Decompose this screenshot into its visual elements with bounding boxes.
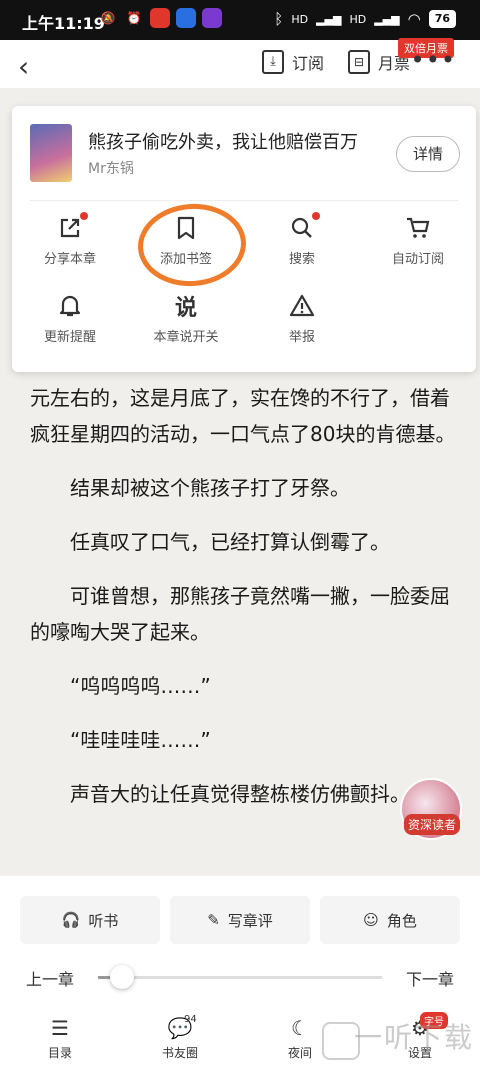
paragraph: 声音大的让任真觉得整栋楼仿佛颤抖。: [70, 782, 410, 806]
chapter-menu-panel: 熊孩子偷吃外卖，我让他赔偿百万 Mr东锅 详情 分享本章 添加书签 搜索 自动订…: [12, 106, 476, 372]
signal-hd-2: HD: [349, 12, 367, 26]
menu-item-label: 本章说开关: [153, 330, 219, 345]
tool-buttons: 🎧 听书 ✎ 写章评 ☺ 角色: [20, 896, 460, 944]
paragraph: “呜呜呜呜……”: [70, 674, 211, 698]
signal-icon-2: ▂▄▆: [374, 12, 400, 26]
menu-item-search[interactable]: 搜索: [244, 212, 360, 276]
senior-reader-tag: 资深读者: [404, 814, 461, 835]
owl-icon: ☺: [363, 911, 379, 929]
pencil-icon: ✎: [207, 911, 220, 929]
signal-icon-1: ▂▄▆: [316, 12, 342, 26]
role-button[interactable]: ☺ 角色: [320, 896, 460, 944]
nav-catalog[interactable]: ☰ 目录: [0, 1016, 120, 1067]
chapter-navigation: 上一章 下一章: [0, 965, 480, 996]
paragraph: 可谁曾想，那熊孩子竟然嘴一撇，一脸委屈的嚎啕大哭了起来。: [30, 584, 450, 644]
search-icon: [288, 212, 320, 242]
menu-item-update-reminder[interactable]: 更新提醒: [12, 292, 128, 354]
nav-friends[interactable]: 💬 94 书友圈: [120, 1014, 240, 1067]
list-icon: ☰: [51, 1016, 69, 1040]
share-red-dot: [80, 212, 88, 220]
menu-item-chapter-comments-toggle[interactable]: 说 本章说开关: [128, 292, 244, 354]
signal-hd-1: HD: [291, 12, 309, 26]
moon-icon: ☾: [291, 1016, 309, 1040]
status-notification-icons: 🔕 ⏰: [98, 8, 222, 28]
subscribe-button[interactable]: ⤓ 订阅: [262, 50, 324, 74]
nav-label: 夜间: [287, 1046, 312, 1060]
review-label: 写章评: [227, 911, 273, 930]
menu-item-label: 更新提醒: [43, 330, 96, 345]
menu-item-report[interactable]: 举报: [244, 292, 360, 354]
share-icon: [56, 212, 88, 242]
status-right: ᛒ HD ▂▄▆ HD ▂▄▆ ◠ 76: [274, 10, 456, 28]
warning-icon: [288, 292, 316, 320]
book-title: 熊孩子偷吃外卖，我让他赔偿百万: [88, 132, 358, 153]
alarm-icon: ⏰: [126, 11, 142, 25]
subscribe-icon: ⤓: [262, 50, 284, 74]
divider: [30, 200, 458, 201]
bell-icon: [56, 292, 84, 320]
chapter-progress-slider[interactable]: [98, 965, 382, 989]
app-icon-red: [150, 8, 170, 28]
paragraph: 元左右的，这是月底了，实在馋的不行了，借着疯狂星期四的活动，一口气点了80块的肯…: [30, 386, 456, 446]
battery-icon: 76: [428, 10, 456, 28]
subscribe-label: 订阅: [292, 54, 325, 73]
write-review-button[interactable]: ✎ 写章评: [170, 896, 310, 944]
menu-item-label: 搜索: [288, 252, 315, 267]
menu-item-label: 举报: [288, 330, 315, 345]
detail-button[interactable]: 详情: [396, 136, 460, 172]
prev-chapter-button[interactable]: 上一章: [26, 966, 74, 990]
menu-item-label: 分享本章: [43, 252, 96, 267]
back-icon[interactable]: ‹: [18, 50, 29, 83]
more-icon[interactable]: •••: [411, 46, 456, 74]
watermark-text: 一听下载: [353, 1021, 474, 1054]
paragraph: 任真叹了口气，已经打算认倒霉了。: [70, 530, 390, 554]
role-label: 角色: [386, 911, 417, 930]
bluetooth-icon: ᛒ: [274, 10, 284, 28]
nav-label: 书友圈: [161, 1046, 198, 1060]
app-icon-blue: [176, 8, 196, 28]
listen-label: 听书: [88, 911, 119, 930]
slider-thumb[interactable]: [110, 965, 135, 989]
book-author: Mr东锅: [88, 161, 134, 177]
app-icon-purple: [202, 8, 222, 28]
listen-button[interactable]: 🎧 听书: [20, 896, 160, 944]
menu-item-auto-subscribe[interactable]: 自动订阅: [360, 214, 476, 276]
ticket-icon: ⊟: [348, 50, 370, 74]
status-time: 上午11:19: [22, 14, 105, 33]
friends-count: 94: [184, 1014, 197, 1025]
search-red-dot: [312, 212, 320, 220]
mute-icon: 🔕: [100, 11, 116, 25]
book-cover[interactable]: [30, 124, 72, 182]
paragraph: 结果却被这个熊孩子打了牙祭。: [70, 476, 350, 500]
nav-label: 目录: [47, 1046, 72, 1060]
menu-item-label: 自动订阅: [391, 252, 444, 267]
reader-top-bar: ‹ ⤓ 订阅 ⊟ 月票 双倍月票 •••: [0, 38, 480, 88]
menu-item-share[interactable]: 分享本章: [12, 212, 128, 276]
chapter-content: 元左右的，这是月底了，实在馋的不行了，借着疯狂星期四的活动，一口气点了80块的肯…: [30, 380, 460, 830]
wifi-icon: ◠: [407, 10, 421, 28]
shuo-icon: 说: [174, 296, 197, 321]
paragraph: “哇哇哇哇……”: [70, 728, 211, 752]
next-chapter-button[interactable]: 下一章: [406, 966, 454, 990]
cart-icon: [404, 214, 432, 242]
headphones-icon: 🎧: [61, 911, 81, 929]
status-bar: 上午11:19 🔕 ⏰ ᛒ HD ▂▄▆ HD ▂▄▆ ◠ 76: [0, 0, 480, 40]
